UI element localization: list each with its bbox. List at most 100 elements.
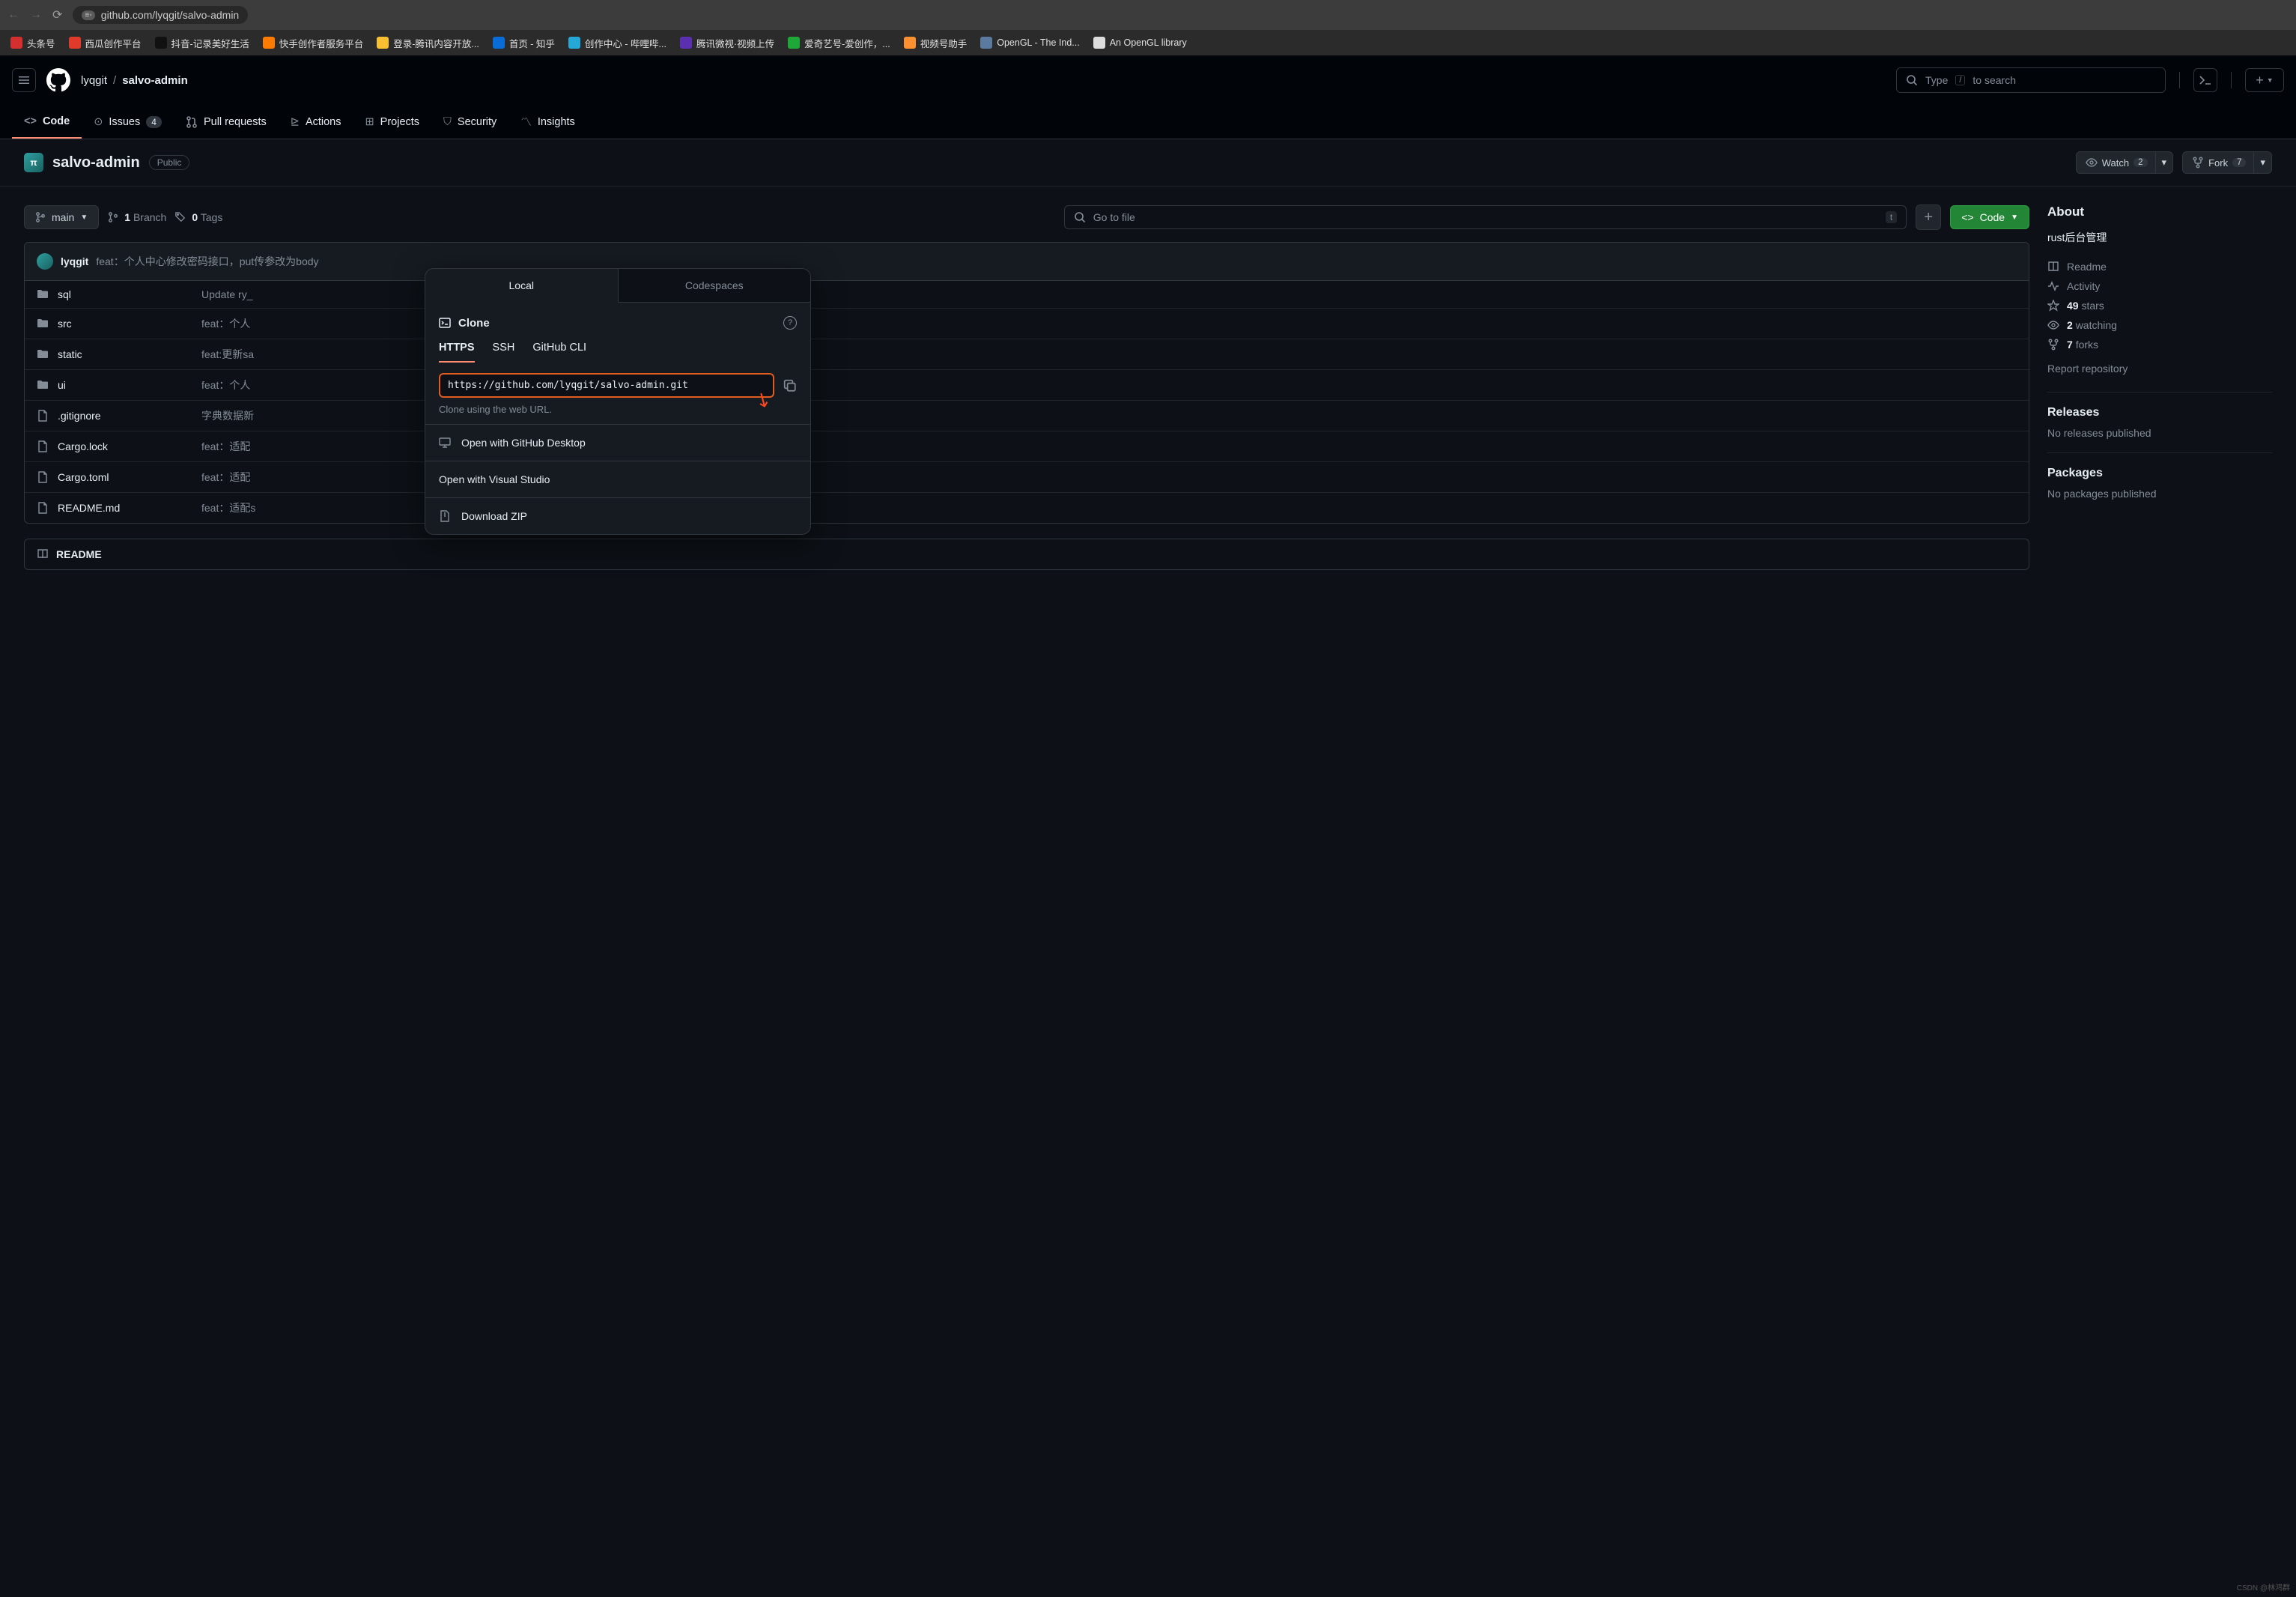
tab-projects[interactable]: ⊞Projects <box>353 105 432 139</box>
chevron-down-icon[interactable]: ▾ <box>2253 152 2271 173</box>
file-name[interactable]: Cargo.lock <box>58 440 192 452</box>
activity-link[interactable]: Activity <box>2047 276 2272 296</box>
project-icon: ⊞ <box>365 116 374 128</box>
bookmark-item[interactable]: 视频号助手 <box>899 33 972 53</box>
bookmark-item[interactable]: 首页 - 知乎 <box>488 33 559 53</box>
clone-tab-cli[interactable]: GitHub CLI <box>532 342 586 363</box>
chevron-down-icon[interactable]: ▾ <box>2155 152 2173 173</box>
go-to-file-input[interactable]: Go to file t <box>1064 205 1907 229</box>
bookmark-label: 快手创作者服务平台 <box>279 36 364 50</box>
bookmark-label: 西瓜创作平台 <box>85 36 142 50</box>
file-icon <box>37 471 49 483</box>
watch-button[interactable]: Watch 2 ▾ <box>2076 151 2173 174</box>
address-bar[interactable]: ≡◦ github.com/lyqgit/salvo-admin <box>73 6 248 24</box>
open-visual-studio[interactable]: Open with Visual Studio <box>425 461 810 497</box>
popup-tab-local[interactable]: Local <box>425 269 618 303</box>
file-row[interactable]: README.mdfeat：适配s <box>25 493 2029 523</box>
eye-icon <box>2086 157 2098 169</box>
packages-empty: No packages published <box>2047 488 2272 500</box>
file-name[interactable]: src <box>58 318 192 330</box>
report-link[interactable]: Report repository <box>2047 359 2272 378</box>
tab-actions[interactable]: ⊵Actions <box>279 105 353 139</box>
fork-icon <box>2192 157 2204 169</box>
bookmark-item[interactable]: 爱奇艺号-爱创作，... <box>783 33 895 53</box>
clone-tab-ssh[interactable]: SSH <box>493 342 515 363</box>
readme-link[interactable]: Readme <box>2047 257 2272 276</box>
releases-empty: No releases published <box>2047 427 2272 439</box>
file-row[interactable]: sqlUpdate ry_ <box>25 281 2029 309</box>
chevron-down-icon: ▼ <box>80 213 88 222</box>
repo-link[interactable]: salvo-admin <box>122 74 188 87</box>
pulse-icon <box>2047 280 2059 292</box>
code-button[interactable]: <> Code ▼ <box>1950 205 2029 229</box>
eye-icon <box>2047 319 2059 331</box>
create-button[interactable]: +▼ <box>2245 68 2284 92</box>
file-row[interactable]: srcfeat：个人 <box>25 309 2029 339</box>
bookmark-label: 爱奇艺号-爱创作，... <box>804 36 890 50</box>
file-row[interactable]: Cargo.tomlfeat：适配 <box>25 462 2029 493</box>
search-input[interactable]: Type / to search <box>1896 67 2166 93</box>
add-file-button[interactable]: + <box>1916 204 1941 230</box>
favicon <box>493 37 505 49</box>
tab-code[interactable]: <>Code <box>12 105 82 139</box>
about-heading: About <box>2047 204 2272 219</box>
branches-link[interactable]: 1 Branch <box>108 211 166 223</box>
file-row[interactable]: .gitignore字典数据新 <box>25 401 2029 431</box>
owner-link[interactable]: lyqgit <box>81 74 107 87</box>
fork-button[interactable]: Fork 7 ▾ <box>2182 151 2272 174</box>
file-name[interactable]: README.md <box>58 502 192 514</box>
terminal-icon <box>439 317 451 329</box>
branch-picker[interactable]: main ▼ <box>24 205 99 229</box>
back-icon[interactable]: ← <box>7 8 19 22</box>
file-name[interactable]: Cargo.toml <box>58 471 192 483</box>
command-palette-button[interactable] <box>2193 68 2217 92</box>
file-name[interactable]: sql <box>58 288 192 300</box>
bookmark-item[interactable]: 创作中心 - 哔哩哔... <box>564 33 671 53</box>
open-github-desktop[interactable]: Open with GitHub Desktop <box>425 424 810 461</box>
tab-security[interactable]: ⛉Security <box>431 105 508 139</box>
file-row[interactable]: uifeat：个人 <box>25 370 2029 401</box>
file-icon <box>37 410 49 422</box>
bookmark-item[interactable]: 西瓜创作平台 <box>64 33 146 53</box>
favicon <box>10 37 22 49</box>
releases-heading: Releases <box>2047 406 2272 419</box>
latest-commit[interactable]: lyqgit feat：个人中心修改密码接口，put传参改为body <box>25 243 2029 281</box>
site-info-icon[interactable]: ≡◦ <box>82 10 94 20</box>
bookmark-item[interactable]: An OpenGL library <box>1089 34 1191 52</box>
reload-icon[interactable]: ⟳ <box>52 7 62 22</box>
bookmark-item[interactable]: 抖音-记录美好生活 <box>151 33 254 53</box>
forward-icon[interactable]: → <box>30 8 42 22</box>
bookmark-item[interactable]: 腾讯微视·视频上传 <box>675 33 779 53</box>
menu-button[interactable] <box>12 68 36 92</box>
github-logo[interactable] <box>46 68 70 92</box>
tab-pulls[interactable]: Pull requests <box>174 105 279 139</box>
file-row[interactable]: staticfeat:更新sa <box>25 339 2029 370</box>
file-name[interactable]: ui <box>58 379 192 391</box>
bookmark-item[interactable]: OpenGL - The Ind... <box>976 34 1084 52</box>
download-zip[interactable]: Download ZIP <box>425 497 810 534</box>
watching-link[interactable]: 2 watching <box>2047 315 2272 335</box>
visibility-badge: Public <box>149 155 190 170</box>
popup-tab-codespaces[interactable]: Codespaces <box>618 269 811 303</box>
file-row[interactable]: Cargo.lockfeat：适配 <box>25 431 2029 462</box>
url-text: github.com/lyqgit/salvo-admin <box>101 9 239 21</box>
file-name[interactable]: static <box>58 348 192 360</box>
tab-insights[interactable]: 〽Insights <box>508 105 586 139</box>
tags-link[interactable]: 0 Tags <box>175 211 222 223</box>
graph-icon: 〽 <box>520 114 532 130</box>
stars-link[interactable]: 49 stars <box>2047 296 2272 315</box>
clone-tab-https[interactable]: HTTPS <box>439 342 475 363</box>
bookmark-item[interactable]: 头条号 <box>6 33 60 53</box>
copy-icon[interactable] <box>783 379 797 393</box>
file-name[interactable]: .gitignore <box>58 410 192 422</box>
forks-link[interactable]: 7 forks <box>2047 335 2272 354</box>
folder-icon <box>37 379 49 391</box>
help-icon[interactable]: ? <box>783 316 797 330</box>
bookmark-label: 抖音-记录美好生活 <box>171 36 249 50</box>
readme-section[interactable]: README <box>24 539 2029 570</box>
bookmark-item[interactable]: 快手创作者服务平台 <box>258 33 368 53</box>
bookmark-item[interactable]: 登录-腾讯内容开放... <box>372 33 484 53</box>
tab-issues[interactable]: ⊙Issues4 <box>82 105 174 139</box>
search-icon <box>1074 211 1086 223</box>
clone-url-input[interactable]: https://github.com/lyqgit/salvo-admin.gi… <box>439 373 774 398</box>
